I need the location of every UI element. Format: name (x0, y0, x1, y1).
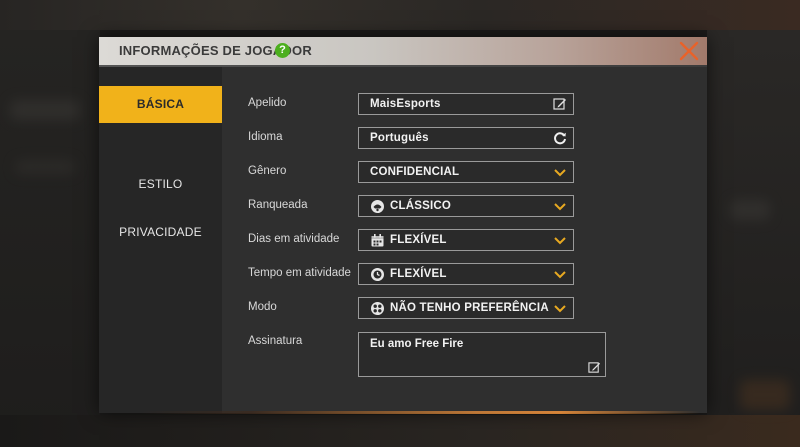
ranked-select[interactable]: CLÁSSICO (358, 195, 574, 217)
background-shape (10, 100, 80, 120)
ranked-value: CLÁSSICO (390, 200, 452, 212)
background-shape (15, 160, 75, 174)
sidebar: BÁSICA ESTILO PRIVACIDADE (99, 67, 222, 413)
nickname-label: Apelido (248, 97, 287, 109)
dialog-title-bar: INFORMAÇÕES DE JOGADOR ? (99, 37, 707, 65)
close-button[interactable] (677, 40, 701, 62)
tab-estilo[interactable]: ESTILO (99, 166, 222, 203)
bottom-glow-line (140, 411, 700, 414)
close-icon (679, 41, 699, 61)
refresh-icon[interactable] (553, 131, 567, 145)
signature-label: Assinatura (248, 335, 303, 347)
help-icon[interactable]: ? (275, 43, 290, 58)
language-value: Português (370, 132, 429, 144)
active-days-label: Dias em atividade (248, 233, 340, 245)
background-top-bar (0, 0, 800, 30)
language-field[interactable]: Português (358, 127, 574, 149)
player-info-form: Apelido MaisEsports Idioma Português Gên… (222, 67, 707, 413)
nickname-value: MaisEsports (370, 98, 441, 110)
gender-select[interactable]: CONFIDENCIAL (358, 161, 574, 183)
ranked-label: Ranqueada (248, 199, 308, 211)
gender-label: Gênero (248, 165, 287, 177)
chevron-down-icon (554, 237, 566, 245)
signature-field[interactable]: Eu amo Free Fire (358, 332, 606, 377)
classic-mode-icon (371, 200, 384, 213)
mode-label: Modo (248, 301, 277, 313)
squad-icon (371, 302, 384, 315)
background-shape (740, 380, 790, 410)
calendar-icon (371, 234, 384, 247)
chevron-down-icon (554, 305, 566, 313)
chevron-down-icon (554, 169, 566, 177)
active-time-value: FLEXÍVEL (390, 268, 447, 280)
chevron-down-icon (554, 203, 566, 211)
mode-select[interactable]: NÃO TENHO PREFERÊNCIA (358, 297, 574, 319)
background-bottom-bar (0, 415, 800, 447)
background-shape (730, 200, 770, 220)
active-time-select[interactable]: FLEXÍVEL (358, 263, 574, 285)
active-days-value: FLEXÍVEL (390, 234, 447, 246)
player-info-dialog: INFORMAÇÕES DE JOGADOR ? BÁSICA ESTILO P… (99, 37, 707, 413)
chevron-down-icon (554, 271, 566, 279)
active-days-select[interactable]: FLEXÍVEL (358, 229, 574, 251)
tab-basica[interactable]: BÁSICA (99, 86, 222, 123)
active-time-label: Tempo em atividade (248, 267, 351, 279)
tab-privacidade[interactable]: PRIVACIDADE (99, 214, 222, 251)
clock-icon (371, 268, 384, 281)
gender-value: CONFIDENCIAL (370, 166, 460, 178)
edit-icon[interactable] (553, 97, 567, 111)
signature-value: Eu amo Free Fire (370, 338, 464, 350)
nickname-field[interactable]: MaisEsports (358, 93, 574, 115)
mode-value: NÃO TENHO PREFERÊNCIA (390, 302, 549, 314)
edit-icon[interactable] (588, 361, 601, 374)
background-left-panel (0, 30, 100, 447)
language-label: Idioma (248, 131, 283, 143)
